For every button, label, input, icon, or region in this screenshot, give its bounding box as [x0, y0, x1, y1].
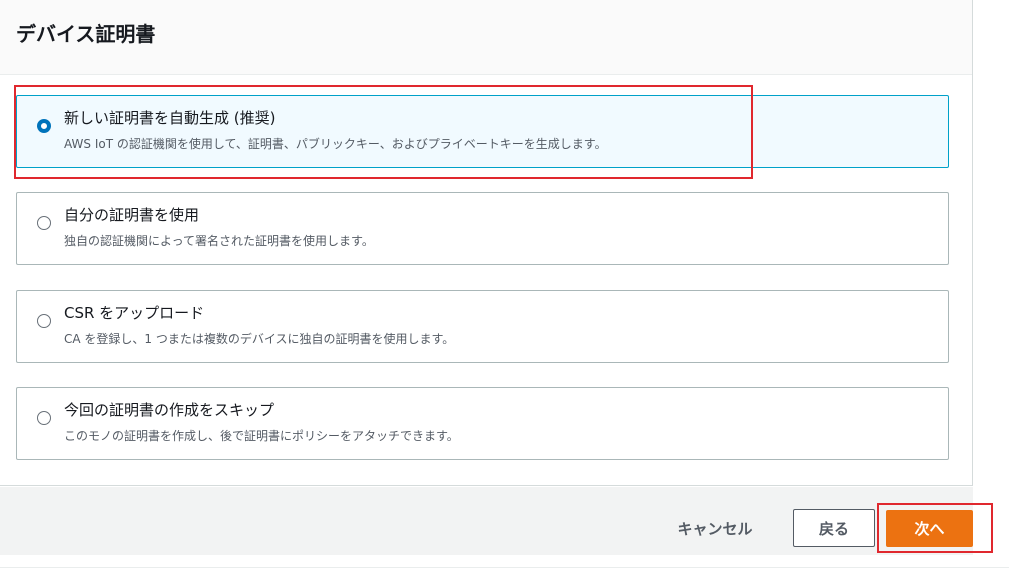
option-upload-csr[interactable]: CSR をアップロード CA を登録し、1 つまたは複数のデバイスに独自の証明書…: [16, 290, 949, 363]
option-use-own-certificate[interactable]: 自分の証明書を使用 独自の認証機関によって署名された証明書を使用します。: [16, 192, 949, 265]
divider: [0, 567, 1009, 568]
option-label: 自分の証明書を使用: [64, 206, 200, 224]
option-label: 今回の証明書の作成をスキップ: [64, 401, 275, 419]
radio-skip-certificate[interactable]: [37, 411, 51, 425]
option-skip-certificate[interactable]: 今回の証明書の作成をスキップ このモノの証明書を作成し、後で証明書にポリシーをア…: [16, 387, 949, 460]
option-description: このモノの証明書を作成し、後で証明書にポリシーをアタッチできます。: [64, 429, 459, 443]
radio-auto-generate[interactable]: [37, 119, 51, 133]
option-description: AWS IoT の認証機関を使用して、証明書、パブリックキー、およびプライベート…: [64, 137, 607, 151]
option-description: 独自の認証機関によって署名された証明書を使用します。: [64, 234, 374, 248]
next-button[interactable]: 次へ: [886, 510, 973, 547]
radio-use-own-certificate[interactable]: [37, 216, 51, 230]
option-label: CSR をアップロード: [64, 304, 205, 322]
back-button[interactable]: 戻る: [793, 509, 875, 547]
option-description: CA を登録し、1 つまたは複数のデバイスに独自の証明書を使用します。: [64, 332, 455, 346]
panel-header: デバイス証明書: [0, 0, 972, 75]
option-label: 新しい証明書を自動生成 (推奨): [64, 109, 276, 127]
cancel-button[interactable]: キャンセル: [660, 514, 770, 542]
radio-upload-csr[interactable]: [37, 314, 51, 328]
device-certificate-panel: デバイス証明書 新しい証明書を自動生成 (推奨) AWS IoT の認証機関を使…: [0, 0, 973, 486]
section-title: デバイス証明書: [16, 21, 156, 46]
option-auto-generate-certificate[interactable]: 新しい証明書を自動生成 (推奨) AWS IoT の認証機関を使用して、証明書、…: [16, 95, 949, 168]
